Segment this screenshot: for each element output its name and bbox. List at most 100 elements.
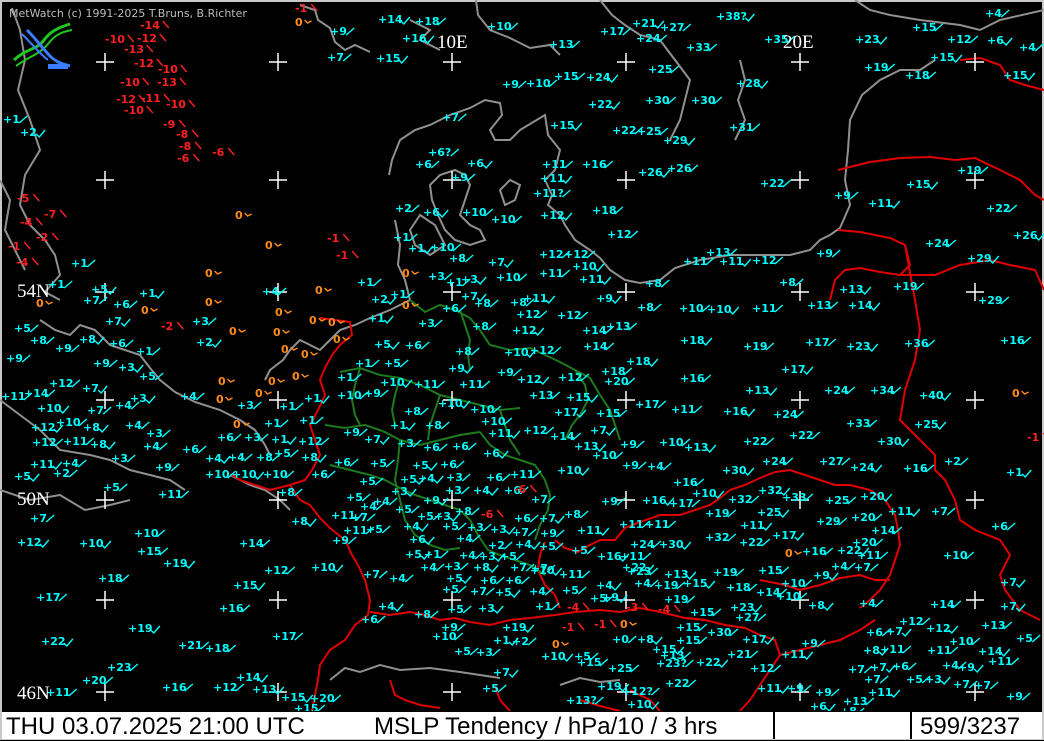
observation-value: +16 <box>402 32 427 45</box>
observation-value: +30 <box>707 626 732 639</box>
observation-value: +4 <box>389 572 406 585</box>
observation-value: +9 <box>540 527 557 540</box>
observation-value: +13 <box>549 38 574 51</box>
observation-value: -4 <box>16 256 29 269</box>
tendency-symbol <box>1006 522 1016 531</box>
observation-value: 0 <box>402 299 410 312</box>
tendency-symbol <box>227 147 235 156</box>
observation-value: +4 <box>403 520 420 533</box>
observation-value: +30 <box>877 435 902 448</box>
observation-value: +15 <box>577 656 602 669</box>
observation-value: +4 <box>1019 41 1036 54</box>
observation-value: +10 <box>592 449 617 462</box>
observation-value: +9 <box>93 357 110 370</box>
tendency-symbol <box>464 254 474 263</box>
tendency-symbol <box>660 279 670 288</box>
observation-value: +17 <box>600 25 625 38</box>
observation-value: +6 <box>409 533 426 546</box>
tendency-symbol <box>550 602 560 611</box>
observation-value: +9 <box>497 366 514 379</box>
observation-value: +11 <box>719 255 744 268</box>
tendency-symbol <box>501 473 511 482</box>
observation-value: +20 <box>860 490 885 503</box>
tendency-symbol <box>485 587 495 596</box>
tendency-symbol <box>946 507 956 516</box>
tendency-symbol <box>1021 469 1032 479</box>
observation-value: +15 <box>550 119 575 132</box>
observation-value: +2 <box>512 635 529 648</box>
observation-value: +17 <box>772 529 797 542</box>
observation-value: +4 <box>529 585 546 598</box>
tendency-symbol <box>457 304 467 313</box>
tendency-symbol <box>482 160 493 170</box>
map-canvas[interactable]: +14 +18 +10+16+9+7 +15+13+17+21+24+27+38?+3… <box>0 0 1044 711</box>
tendency-symbol <box>274 242 282 247</box>
observation-value: +12 <box>516 308 541 321</box>
latitude-label-46n: 46N <box>17 683 50 704</box>
tendency-symbol <box>460 486 470 495</box>
tendency-symbol <box>611 582 622 592</box>
observation-value: 0 <box>235 209 243 222</box>
tendency-symbol <box>907 662 917 671</box>
observation-value: +18 <box>205 642 230 655</box>
tendency-symbol <box>170 463 180 472</box>
tendency-symbol <box>471 534 481 543</box>
tendency-symbol <box>294 402 304 411</box>
status-separator <box>910 712 912 739</box>
tendency-symbol <box>372 278 382 287</box>
observation-value: +24 <box>925 237 950 250</box>
observation-value: +15 <box>137 545 162 558</box>
observation-value: +5 <box>906 673 923 686</box>
observation-value: +26 <box>1013 229 1038 242</box>
observation-value: +19 <box>743 340 768 353</box>
observation-value: +12 <box>750 662 775 675</box>
observation-value: -7 <box>44 208 56 221</box>
observation-value: +15 <box>690 606 715 619</box>
observation-value: +3 <box>490 523 507 536</box>
observation-value: +1 <box>136 345 153 358</box>
observation-value: +22 <box>986 202 1011 215</box>
observation-value: +12 <box>540 209 565 222</box>
observation-value: +6 <box>440 458 457 471</box>
observation-value: +7 <box>327 51 344 64</box>
tendency-symbol <box>243 453 253 462</box>
tendency-symbol <box>662 462 672 471</box>
tendency-symbol <box>70 344 80 353</box>
tendency-symbol <box>51 232 59 241</box>
tendency-symbol <box>586 546 596 555</box>
observation-value: +9 <box>601 495 618 508</box>
observation-value: +10 <box>541 650 566 663</box>
tendency-symbol <box>279 419 289 428</box>
observation-value: +4 <box>420 561 437 574</box>
tendency-symbol <box>554 515 565 525</box>
observation-value: +18 <box>592 204 617 217</box>
tendency-symbol <box>457 113 467 122</box>
observation-value: +30 <box>659 538 684 551</box>
observation-value: +13 <box>807 299 832 312</box>
observation-value: +10 <box>781 577 806 590</box>
observation-value: -9 <box>163 118 175 131</box>
observation-value: +7 <box>105 315 122 328</box>
observation-value: +29 <box>978 294 1003 307</box>
observation-value: 0 <box>273 326 281 339</box>
observation-value: +7 <box>82 382 99 395</box>
observation-value: +2 <box>371 293 388 306</box>
observation-value: +18 <box>98 572 123 585</box>
tendency-symbol <box>29 324 39 333</box>
tendency-symbol <box>901 628 912 638</box>
observation-value: +11 <box>539 267 564 280</box>
tendency-symbol <box>29 473 40 483</box>
observation-value: +9 <box>502 78 519 91</box>
observation-value: +14 <box>930 598 955 611</box>
observation-value: +8 <box>808 599 825 612</box>
observation-value: +31 <box>729 121 754 134</box>
observation-value: +6 <box>182 443 199 456</box>
observation-value: +2 <box>53 467 70 480</box>
tendency-symbol <box>637 461 647 470</box>
observation-value: +16 <box>802 545 827 558</box>
observation-value: +13 <box>745 384 770 397</box>
observation-value: +9 <box>364 387 381 400</box>
tendency-symbol <box>120 318 131 328</box>
observation-value: +4 <box>418 472 435 485</box>
observation-value: +19 <box>705 507 730 520</box>
